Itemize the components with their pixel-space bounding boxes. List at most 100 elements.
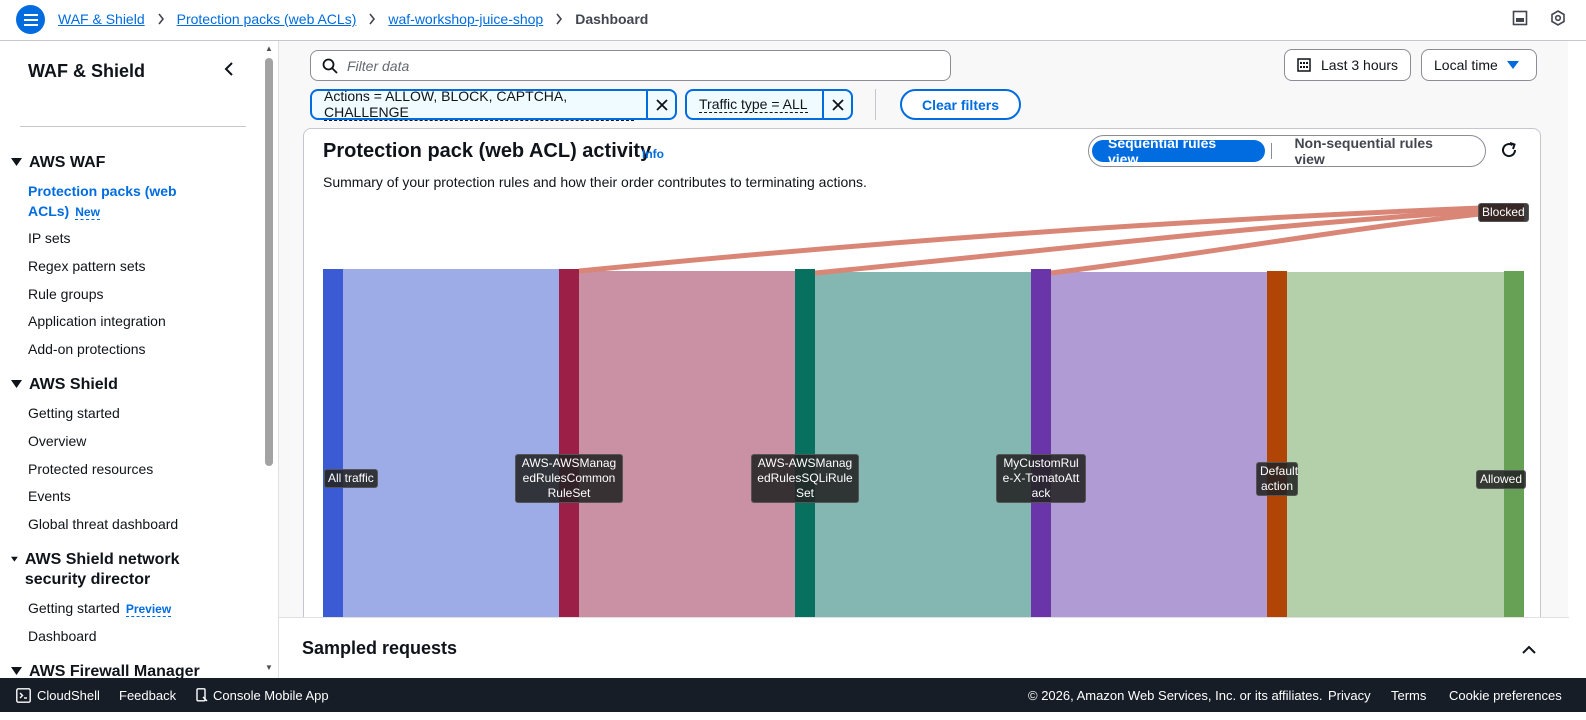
- node-label-blocked: Blocked: [1478, 203, 1529, 222]
- sidebar-section-aws-waf[interactable]: AWS WAF: [11, 153, 105, 173]
- cloudshell-button[interactable]: CloudShell: [16, 688, 100, 703]
- node-common-rule-set[interactable]: [559, 269, 579, 628]
- sampled-requests-title: Sampled requests: [302, 638, 458, 658]
- mobile-app-label: Console Mobile App: [213, 688, 329, 703]
- node-default-action[interactable]: [1267, 271, 1287, 628]
- sidebar-item-rule-groups[interactable]: Rule groups: [28, 284, 104, 304]
- breadcrumb-current: Dashboard: [575, 11, 649, 27]
- panel-description: Summary of your protection rules and how…: [323, 174, 867, 190]
- sidebar-item-overview[interactable]: Overview: [28, 431, 86, 451]
- flow-sqli-to-custom: [815, 272, 1031, 627]
- privacy-link[interactable]: Privacy: [1328, 688, 1371, 703]
- sidebar-item-nsd-dashboard[interactable]: Dashboard: [28, 626, 97, 646]
- sidebar-section-label: AWS WAF: [29, 154, 106, 171]
- chevron-up-icon[interactable]: [1522, 641, 1536, 657]
- node-label-all-traffic: All traffic: [324, 469, 378, 488]
- sidebar-item-protection-packs[interactable]: Protection packs (web ACLs) New: [28, 181, 198, 222]
- node-all-traffic[interactable]: [323, 269, 343, 628]
- caret-down-icon: [11, 380, 22, 388]
- breadcrumb-protection-packs[interactable]: Protection packs (web ACLs): [177, 11, 357, 27]
- sidebar-scroll-thumb[interactable]: [265, 58, 273, 466]
- sidebar-item-addon-protections[interactable]: Add-on protections: [28, 339, 146, 359]
- chevron-right-icon: [368, 13, 376, 25]
- toggle-divider: [1271, 143, 1273, 159]
- node-allowed[interactable]: [1504, 271, 1524, 628]
- breadcrumb-waf-shield[interactable]: WAF & Shield: [58, 11, 145, 27]
- sidebar-section-network-security-director[interactable]: AWS Shield network security director: [11, 550, 201, 590]
- node-custom-rule[interactable]: [1031, 269, 1051, 628]
- caret-down-icon: [1506, 61, 1519, 69]
- filter-data-input[interactable]: Filter data: [310, 50, 951, 81]
- sidebar-title: WAF & Shield: [28, 61, 145, 81]
- sidebar-section-aws-shield[interactable]: AWS Shield: [11, 375, 118, 395]
- menu-toggle-button[interactable]: [16, 5, 45, 34]
- clear-filters-button[interactable]: Clear filters: [900, 89, 1021, 120]
- timezone-select[interactable]: Local time: [1421, 49, 1537, 81]
- feedback-link[interactable]: Feedback: [119, 688, 176, 703]
- remove-filter-button[interactable]: [822, 91, 851, 118]
- chevron-right-icon: [157, 13, 165, 25]
- mobile-icon: [196, 688, 208, 702]
- sidebar-item-events[interactable]: Events: [28, 486, 71, 506]
- copyright-text: © 2026, Amazon Web Services, Inc. or its…: [1028, 688, 1323, 703]
- close-icon: [831, 98, 844, 111]
- node-sqli-rule-set[interactable]: [795, 269, 815, 628]
- terms-link[interactable]: Terms: [1391, 688, 1426, 703]
- sequential-rules-view-button[interactable]: Sequential rules view: [1092, 135, 1266, 167]
- filter-token-actions: Actions = ALLOW, BLOCK, CAPTCHA, CHALLEN…: [310, 88, 677, 121]
- filter-divider: [875, 89, 876, 120]
- main-content: Filter data Last 3 hours Local time Acti…: [278, 41, 1569, 678]
- collapse-sidebar-icon[interactable]: [224, 61, 234, 80]
- sidebar-item-application-integration[interactable]: Application integration: [28, 311, 166, 331]
- console-mobile-app-link[interactable]: Console Mobile App: [196, 688, 329, 703]
- search-icon: [322, 58, 338, 77]
- sampled-requests-section: Sampled requests: [279, 617, 1569, 678]
- settings-gear-icon[interactable]: [1550, 10, 1566, 26]
- remove-filter-button[interactable]: [646, 91, 675, 118]
- cloudshell-label: CloudShell: [37, 688, 100, 703]
- sidebar-section-firewall-manager[interactable]: AWS Firewall Manager: [11, 662, 200, 678]
- sidebar-divider: [20, 126, 246, 127]
- preview-badge: Preview: [125, 602, 172, 617]
- flow-common-to-blocked: [578, 205, 1481, 274]
- hamburger-icon: [23, 13, 38, 26]
- terminal-icon: [16, 688, 31, 703]
- close-icon: [655, 98, 668, 111]
- sidebar-item-nsd-getting-started[interactable]: Getting started Preview: [28, 598, 172, 619]
- non-sequential-rules-view-button[interactable]: Non-sequential rules view: [1278, 135, 1482, 167]
- chevron-right-icon: [555, 13, 563, 25]
- flow-default-to-allowed: [1287, 272, 1504, 627]
- breadcrumb: WAF & Shield Protection packs (web ACLs)…: [58, 11, 648, 27]
- new-badge: New: [75, 205, 100, 220]
- node-label-sqli-rule-set: AWS-AWSManagedRulesSQLiRuleSet: [751, 454, 859, 503]
- split-panel-icon[interactable]: [1512, 10, 1528, 26]
- sidebar-section-label: AWS Shield: [29, 376, 118, 393]
- sidebar-section-label: AWS Shield network security director: [24, 551, 180, 588]
- sidebar-item-global-threat-dashboard[interactable]: Global threat dashboard: [28, 514, 178, 534]
- time-range-label: Last 3 hours: [1321, 57, 1399, 73]
- top-navigation-bar: WAF & Shield Protection packs (web ACLs)…: [0, 0, 1586, 41]
- breadcrumb-web-acl[interactable]: waf-workshop-juice-shop: [388, 11, 543, 27]
- filter-token-label: Traffic type = ALL: [699, 96, 808, 113]
- flow-common-to-sqli: [579, 271, 795, 627]
- scroll-down-icon[interactable]: ▼: [264, 663, 274, 673]
- refresh-icon[interactable]: [1500, 141, 1518, 162]
- cookie-preferences-link[interactable]: Cookie preferences: [1449, 688, 1562, 703]
- sidebar-section-label: AWS Firewall Manager: [29, 663, 200, 678]
- info-link[interactable]: Info: [642, 147, 664, 161]
- node-label-default-action: Default action: [1256, 462, 1298, 496]
- time-range-button[interactable]: Last 3 hours: [1284, 49, 1411, 81]
- sidebar-item-ip-sets[interactable]: IP sets: [28, 228, 71, 248]
- filter-token-traffic-type: Traffic type = ALL: [685, 89, 853, 120]
- node-label-common-rule-set: AWS-AWSManagedRulesCommonRuleSet: [515, 454, 623, 503]
- sidebar-item-regex-pattern-sets[interactable]: Regex pattern sets: [28, 256, 146, 276]
- sidebar-item-protected-resources[interactable]: Protected resources: [28, 459, 153, 479]
- filter-token-label: Actions = ALLOW, BLOCK, CAPTCHA, CHALLEN…: [324, 88, 634, 121]
- filter-placeholder: Filter data: [347, 57, 410, 74]
- sidebar-item-getting-started[interactable]: Getting started: [28, 403, 120, 423]
- calendar-icon: [1297, 58, 1311, 72]
- web-acl-activity-panel: Protection pack (web ACL) activity Info …: [303, 128, 1541, 628]
- console-footer: CloudShell Feedback Console Mobile App ©…: [0, 678, 1586, 712]
- caret-down-icon: [11, 556, 18, 562]
- scroll-up-icon[interactable]: ▲: [264, 44, 274, 54]
